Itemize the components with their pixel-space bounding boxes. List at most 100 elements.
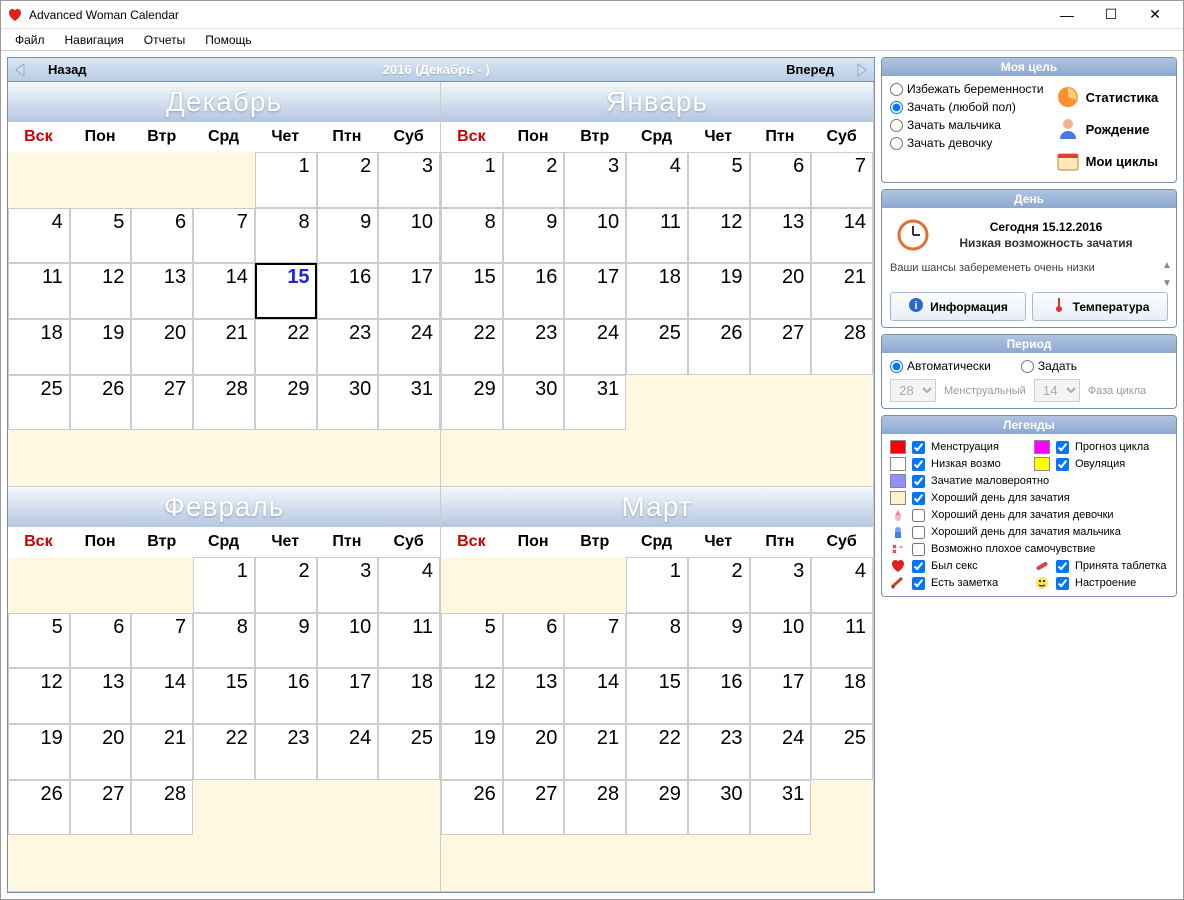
day-cell[interactable]: 10 <box>317 613 379 669</box>
day-cell[interactable]: 24 <box>378 319 440 375</box>
day-cell[interactable]: 14 <box>564 668 626 724</box>
day-cell[interactable]: 29 <box>255 375 317 431</box>
legend-checkbox[interactable] <box>912 441 925 454</box>
day-cell[interactable]: 30 <box>317 375 379 431</box>
goal-option-1[interactable]: Зачать (любой пол) <box>890 100 1044 114</box>
day-cell[interactable]: 22 <box>255 319 317 375</box>
cycles-button[interactable]: Мои циклы <box>1052 146 1168 176</box>
day-cell[interactable]: 1 <box>193 557 255 613</box>
menu-reports[interactable]: Отчеты <box>134 31 195 49</box>
day-cell[interactable]: 9 <box>503 208 565 264</box>
period-auto-radio[interactable]: Автоматически <box>890 359 991 373</box>
day-cell[interactable]: 13 <box>503 668 565 724</box>
legend-checkbox[interactable] <box>912 475 925 488</box>
day-cell[interactable]: 25 <box>811 724 873 780</box>
day-cell[interactable]: 19 <box>688 263 750 319</box>
legend-checkbox[interactable] <box>912 526 925 539</box>
day-cell[interactable]: 26 <box>70 375 132 431</box>
nav-back-button[interactable]: Назад <box>34 62 101 77</box>
day-cell[interactable]: 10 <box>378 208 440 264</box>
day-cell[interactable]: 22 <box>193 724 255 780</box>
day-cell[interactable]: 22 <box>441 319 503 375</box>
day-cell[interactable]: 12 <box>70 263 132 319</box>
day-cell[interactable]: 11 <box>811 613 873 669</box>
day-cell[interactable]: 2 <box>317 152 379 208</box>
day-cell[interactable]: 5 <box>441 613 503 669</box>
day-cell[interactable]: 7 <box>193 208 255 264</box>
scroll-down-icon[interactable]: ▼ <box>1160 276 1174 290</box>
day-cell[interactable]: 26 <box>441 780 503 836</box>
day-cell[interactable]: 13 <box>131 263 193 319</box>
day-cell[interactable]: 20 <box>131 319 193 375</box>
period-manual-radio[interactable]: Задать <box>1021 359 1077 373</box>
day-cell[interactable]: 4 <box>811 557 873 613</box>
day-cell[interactable]: 10 <box>750 613 812 669</box>
day-cell[interactable]: 25 <box>8 375 70 431</box>
day-cell[interactable]: 11 <box>8 263 70 319</box>
day-cell[interactable]: 2 <box>255 557 317 613</box>
day-cell[interactable]: 5 <box>8 613 70 669</box>
day-cell[interactable]: 14 <box>131 668 193 724</box>
day-cell[interactable]: 4 <box>8 208 70 264</box>
day-cell[interactable]: 23 <box>688 724 750 780</box>
day-cell[interactable]: 6 <box>131 208 193 264</box>
day-cell[interactable]: 1 <box>255 152 317 208</box>
day-cell[interactable]: 13 <box>70 668 132 724</box>
day-cell[interactable]: 20 <box>750 263 812 319</box>
day-cell[interactable]: 12 <box>688 208 750 264</box>
menu-help[interactable]: Помощь <box>195 31 261 49</box>
day-cell[interactable]: 29 <box>441 375 503 431</box>
goal-option-0[interactable]: Избежать беременности <box>890 82 1044 96</box>
legend-checkbox[interactable] <box>1056 458 1069 471</box>
day-cell[interactable]: 23 <box>255 724 317 780</box>
day-cell[interactable]: 22 <box>626 724 688 780</box>
day-cell[interactable]: 6 <box>503 613 565 669</box>
day-cell[interactable]: 26 <box>8 780 70 836</box>
nav-forward-button[interactable]: Вперед <box>772 62 848 77</box>
day-cell[interactable]: 15 <box>193 668 255 724</box>
day-cell[interactable]: 14 <box>811 208 873 264</box>
close-button[interactable]: ✕ <box>1133 2 1177 28</box>
day-cell[interactable]: 5 <box>688 152 750 208</box>
day-cell[interactable]: 24 <box>564 319 626 375</box>
minimize-button[interactable]: — <box>1045 2 1089 28</box>
day-cell[interactable]: 15 <box>255 263 317 319</box>
nav-forward-arrow-icon[interactable] <box>848 59 874 81</box>
day-cell[interactable]: 18 <box>811 668 873 724</box>
day-cell[interactable]: 3 <box>378 152 440 208</box>
day-cell[interactable]: 9 <box>688 613 750 669</box>
day-cell[interactable]: 12 <box>441 668 503 724</box>
day-cell[interactable]: 1 <box>441 152 503 208</box>
legend-checkbox[interactable] <box>912 458 925 471</box>
legend-checkbox[interactable] <box>912 492 925 505</box>
maximize-button[interactable]: ☐ <box>1089 2 1133 28</box>
day-cell[interactable]: 17 <box>750 668 812 724</box>
day-cell[interactable]: 2 <box>503 152 565 208</box>
legend-checkbox[interactable] <box>912 577 925 590</box>
info-button[interactable]: i Информация <box>890 292 1026 321</box>
day-cell[interactable]: 29 <box>626 780 688 836</box>
day-cell[interactable]: 31 <box>564 375 626 431</box>
day-cell[interactable]: 16 <box>688 668 750 724</box>
day-cell[interactable]: 6 <box>70 613 132 669</box>
day-cell[interactable]: 28 <box>811 319 873 375</box>
day-cell[interactable]: 30 <box>688 780 750 836</box>
day-cell[interactable]: 24 <box>317 724 379 780</box>
day-cell[interactable]: 8 <box>255 208 317 264</box>
day-cell[interactable]: 4 <box>626 152 688 208</box>
day-cell[interactable]: 17 <box>317 668 379 724</box>
day-cell[interactable]: 15 <box>441 263 503 319</box>
day-cell[interactable]: 20 <box>70 724 132 780</box>
day-cell[interactable]: 21 <box>193 319 255 375</box>
day-cell[interactable]: 17 <box>564 263 626 319</box>
day-cell[interactable]: 14 <box>193 263 255 319</box>
day-cell[interactable]: 13 <box>750 208 812 264</box>
temperature-button[interactable]: Температура <box>1032 292 1168 321</box>
day-cell[interactable]: 8 <box>626 613 688 669</box>
day-cell[interactable]: 2 <box>688 557 750 613</box>
day-cell[interactable]: 23 <box>317 319 379 375</box>
day-cell[interactable]: 21 <box>131 724 193 780</box>
day-cell[interactable]: 28 <box>131 780 193 836</box>
day-cell[interactable]: 21 <box>811 263 873 319</box>
day-cell[interactable]: 31 <box>378 375 440 431</box>
